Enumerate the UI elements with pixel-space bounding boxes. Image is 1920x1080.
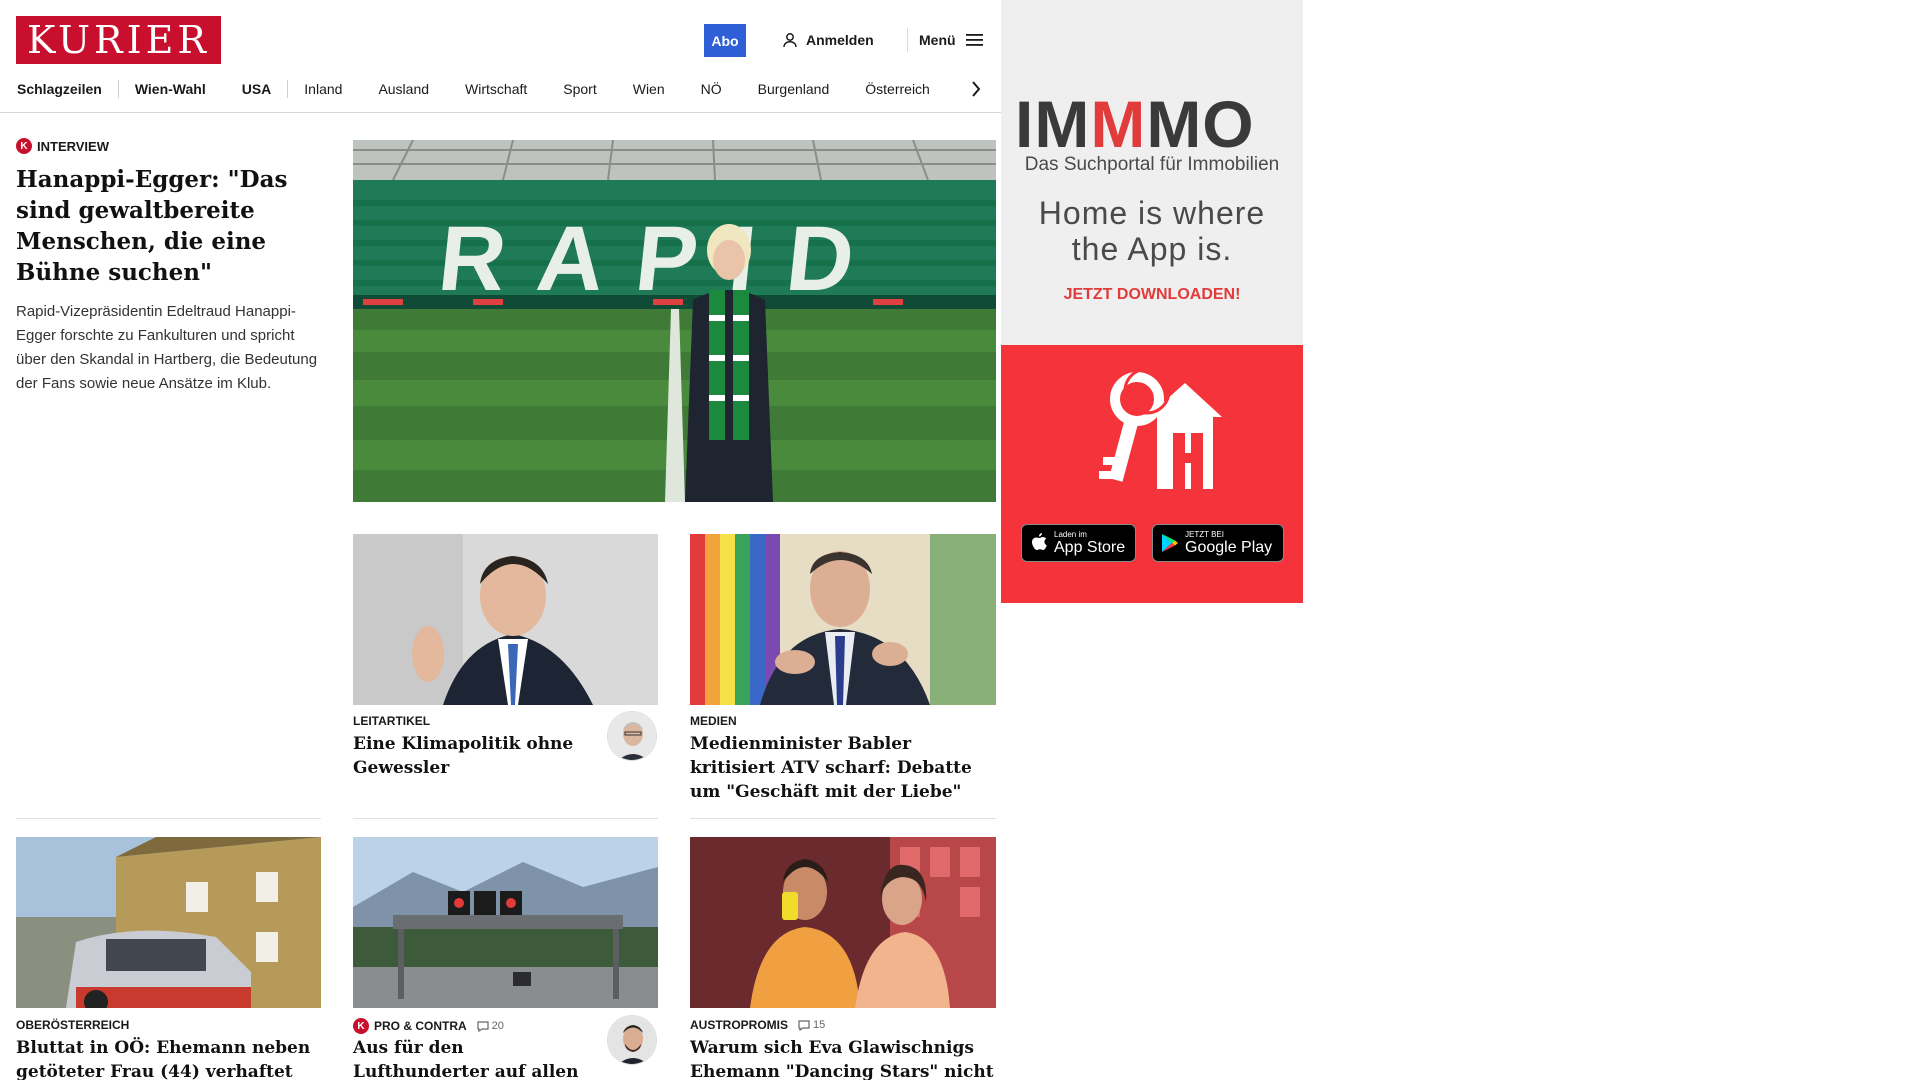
lead-kicker: K INTERVIEW <box>16 138 321 154</box>
login-label: Anmelden <box>806 32 874 48</box>
menu-label: Menü <box>919 32 956 48</box>
nav-item-wien[interactable]: Wien <box>633 81 665 97</box>
immmo-ad-app-panel[interactable]: Laden im App Store JETZT BEI Google Play <box>1001 345 1303 603</box>
card-category-wrap: K PRO & CONTRA <box>353 1018 467 1034</box>
motorway-photo <box>353 837 658 1008</box>
nav-item-wien-wahl[interactable]: Wien-Wahl <box>135 81 206 97</box>
abo-button[interactable]: Abo <box>704 24 746 57</box>
google-play-button[interactable]: JETZT BEI Google Play <box>1152 524 1284 562</box>
card-image-dancing-stars[interactable] <box>690 837 996 1008</box>
google-play-icon <box>1162 534 1178 552</box>
ad-slogan: Home is where the App is. <box>1001 195 1303 267</box>
nav-item-ausland[interactable]: Ausland <box>378 81 429 97</box>
section-nav: Schlagzeilen Wien-Wahl USA Inland Auslan… <box>17 79 930 99</box>
card-headline[interactable]: Eine Klimapolitik ohne Gewessler <box>353 732 583 780</box>
app-store-button[interactable]: Laden im App Store <box>1021 524 1136 562</box>
kurier-logo[interactable]: KURIER <box>16 16 221 64</box>
user-icon <box>783 33 797 48</box>
card-category: LEITARTIKEL <box>353 714 431 728</box>
house-police-photo <box>16 837 321 1008</box>
portrait-photo <box>353 534 658 705</box>
header-divider <box>907 28 908 52</box>
login-button[interactable]: Anmelden <box>782 30 874 50</box>
dancing-stars-photo <box>690 837 996 1008</box>
card-headline[interactable]: Warum sich Eva Glawischnigs Ehemann "Dan… <box>690 1036 996 1080</box>
card-image-babler[interactable] <box>690 534 996 705</box>
nav-item-usa[interactable]: USA <box>242 81 272 97</box>
site-header: KURIER Abo Anmelden Menü Schlagzeilen Wi… <box>0 0 1001 113</box>
logo-part: IM <box>1015 87 1091 161</box>
author-avatar[interactable] <box>607 711 657 761</box>
chevron-right-icon <box>972 81 981 97</box>
politician-photo <box>690 534 996 705</box>
nav-item-oesterreich[interactable]: Österreich <box>865 81 930 97</box>
house-key-icon <box>1099 367 1222 489</box>
nav-item-inland[interactable]: Inland <box>304 81 342 97</box>
ad-download-cta[interactable]: JETZT DOWNLOADEN! <box>1001 286 1303 304</box>
row-divider <box>690 818 996 819</box>
card-headline[interactable]: Bluttat in OÖ: Ehemann neben getöteter F… <box>16 1036 321 1080</box>
card-category: OBERÖSTERREICH <box>16 1018 130 1032</box>
comment-icon <box>477 1020 489 1032</box>
nav-item-schlagzeilen[interactable]: Schlagzeilen <box>17 81 102 97</box>
row-divider <box>353 818 658 819</box>
kurier-plus-badge: K <box>16 138 32 154</box>
comment-count-value: 20 <box>491 1020 504 1032</box>
immmo-ad-banner[interactable]: IMMMO Das Suchportal für Immobilien Home… <box>1001 0 1303 345</box>
card-category: AUSTROPROMIS <box>690 1018 789 1032</box>
lead-headline[interactable]: Hanappi-Egger: "Das sind gewaltbereite M… <box>16 164 321 288</box>
logo-part-accent: M <box>1090 87 1147 161</box>
app-store-small: Laden im <box>1054 529 1087 539</box>
card-image-klimapolitik[interactable] <box>353 534 658 705</box>
nav-item-burgenland[interactable]: Burgenland <box>758 81 830 97</box>
google-play-small: JETZT BEI <box>1185 529 1224 539</box>
nav-scroll-right[interactable] <box>968 77 984 101</box>
lead-image[interactable]: RAPID <box>353 140 996 502</box>
nav-separator <box>287 80 289 98</box>
immmo-logo: IMMMO <box>1015 88 1255 160</box>
logo-part: MO <box>1146 87 1255 161</box>
kurier-plus-badge: K <box>353 1018 369 1034</box>
ad-tagline: Das Suchportal für Immobilien <box>1024 154 1280 175</box>
nav-item-noe[interactable]: NÖ <box>701 81 722 97</box>
row-divider <box>16 818 321 819</box>
card-category: MEDIEN <box>690 714 737 728</box>
comment-count-value: 15 <box>813 1019 826 1031</box>
stand-lettering: RAPID <box>434 206 891 310</box>
menu-button[interactable]: Menü <box>919 30 984 50</box>
card-category: PRO & CONTRA <box>374 1019 467 1033</box>
comment-icon <box>798 1019 810 1031</box>
comment-count[interactable]: 15 <box>798 1019 825 1031</box>
google-play-big: Google Play <box>1185 538 1273 556</box>
stadium-photo: RAPID <box>353 140 996 502</box>
card-meta-procontra: K PRO & CONTRA 20 <box>353 1018 504 1034</box>
lead-summary: Rapid-Vizepräsidentin Edeltraud Hanappi-… <box>16 303 318 392</box>
card-image-lufthunderter[interactable] <box>353 837 658 1008</box>
app-store-text: Laden im App Store <box>1054 530 1125 557</box>
ad-slogan-line: the App is. <box>1071 231 1233 267</box>
lead-kicker-label: INTERVIEW <box>37 138 109 154</box>
ad-slogan-line: Home is where <box>1038 195 1266 231</box>
logo-text: KURIER <box>26 18 211 62</box>
comment-count[interactable]: 20 <box>477 1020 504 1032</box>
author-avatar[interactable] <box>607 1015 657 1065</box>
hamburger-icon <box>965 34 983 46</box>
card-headline[interactable]: Aus für den Lufthunderter auf allen Auto… <box>353 1036 583 1080</box>
card-headline[interactable]: Medienminister Babler kritisiert ATV sch… <box>690 732 996 804</box>
nav-separator <box>117 80 119 98</box>
card-meta-austropromis: AUSTROPROMIS 15 <box>690 1018 825 1032</box>
author-photo <box>608 712 656 760</box>
author-photo <box>608 1016 656 1064</box>
card-image-bluttat[interactable] <box>16 837 321 1008</box>
google-play-text: JETZT BEI Google Play <box>1185 530 1272 557</box>
lead-article[interactable]: K INTERVIEW Hanappi-Egger: "Das sind gew… <box>16 138 321 396</box>
apple-icon <box>1032 533 1047 550</box>
nav-item-wirtschaft[interactable]: Wirtschaft <box>465 81 527 97</box>
nav-item-sport[interactable]: Sport <box>563 81 596 97</box>
app-store-big: App Store <box>1054 538 1126 556</box>
